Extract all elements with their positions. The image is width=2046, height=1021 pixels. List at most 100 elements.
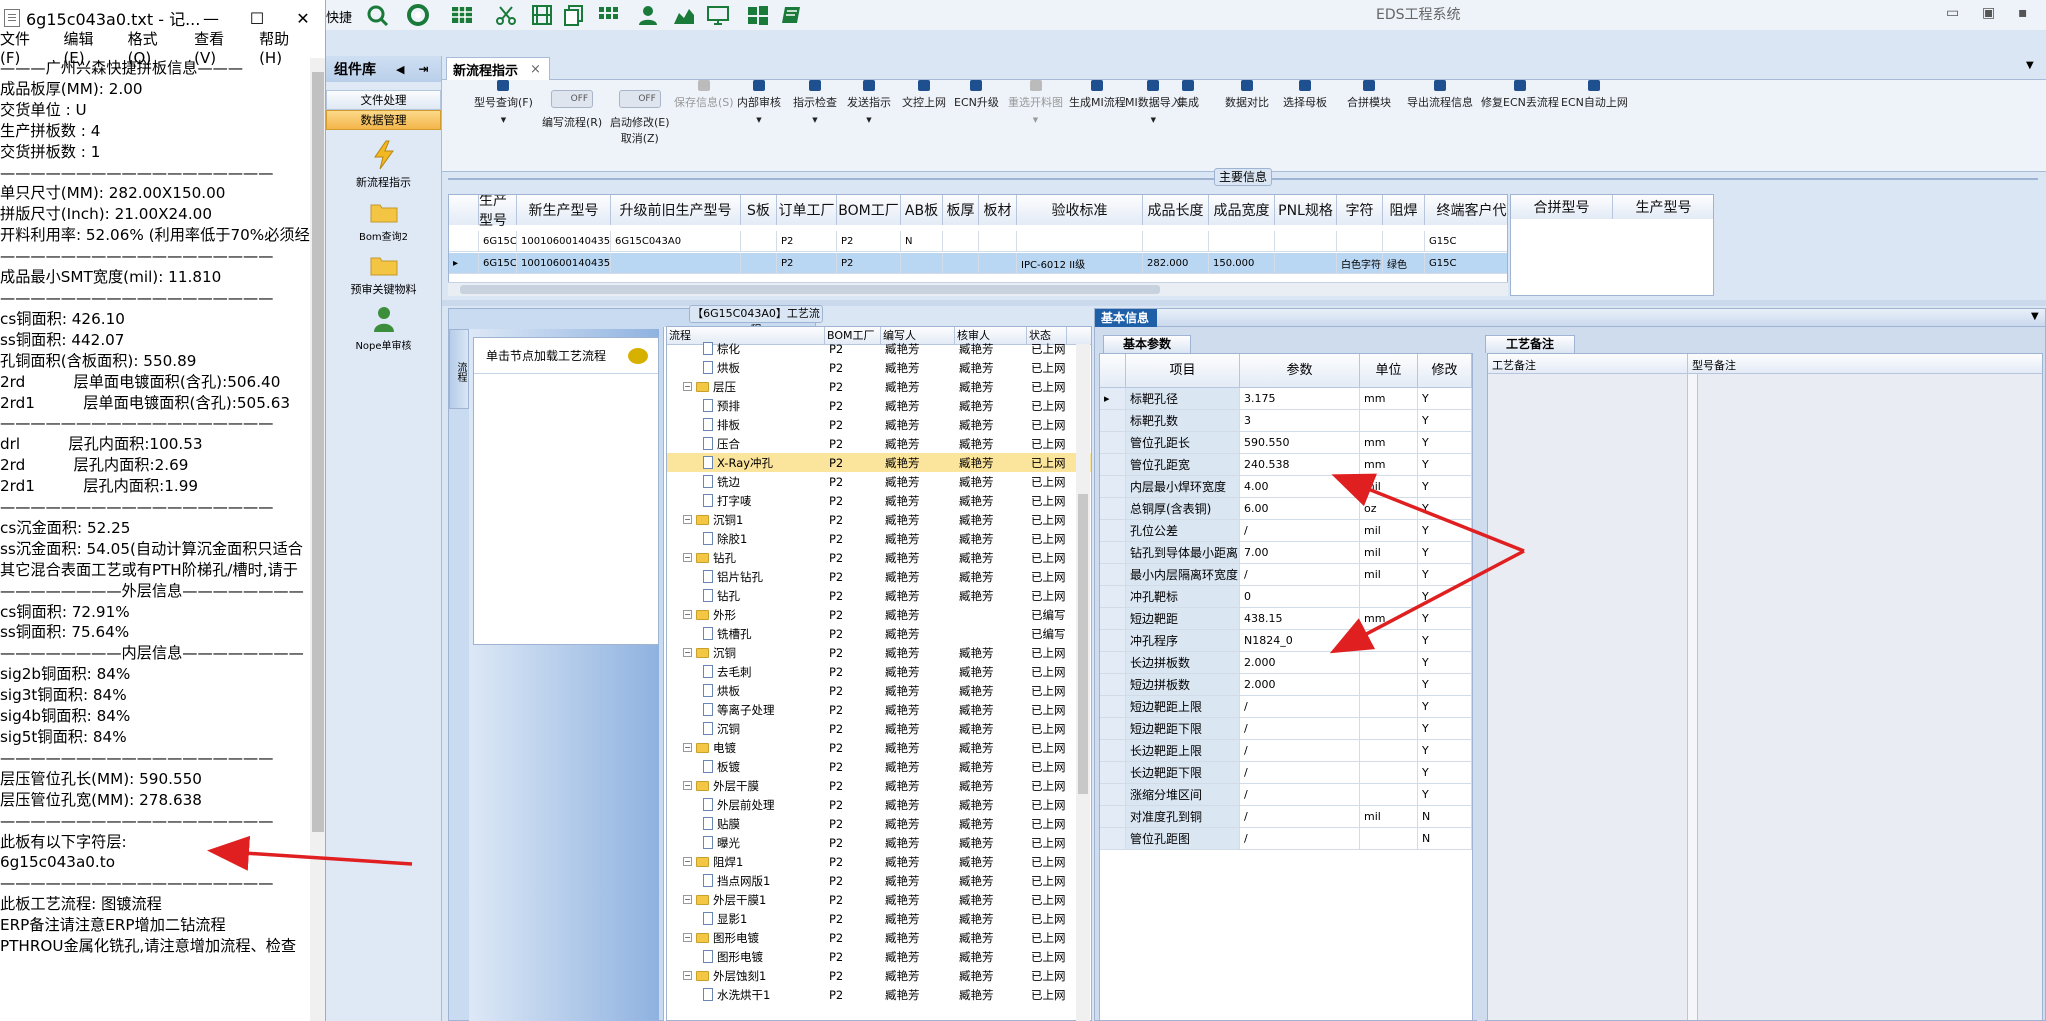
flow-node-box[interactable]: 单击节点加载工艺流程	[473, 337, 659, 645]
column-header[interactable]: 板材	[979, 195, 1017, 225]
column-header[interactable]: 订单工厂	[777, 195, 837, 225]
param-row[interactable]: 管位孔距长 590.550 mm Y	[1100, 432, 1472, 454]
tree-row[interactable]: 钻孔 P2 臧艳芳 臧艳芳 已上网	[667, 586, 1091, 605]
tree-row[interactable]: − 层压 P2 臧艳芳 臧艳芳 已上网	[667, 377, 1091, 396]
tree-row[interactable]: 除胶1 P2 臧艳芳 臧艳芳 已上网	[667, 529, 1091, 548]
param-cell[interactable]: 2.000	[1240, 652, 1360, 673]
user-icon[interactable]	[636, 4, 660, 26]
restore-button[interactable]: ▣	[1982, 5, 1995, 21]
param-column-header[interactable]: 参数	[1240, 354, 1360, 388]
param-cell[interactable]: 240.538	[1240, 454, 1360, 475]
tree-node[interactable]: − 外层干膜	[667, 778, 825, 794]
tool-button[interactable]: 重选开料图 ▼	[1008, 80, 1063, 124]
table-cell[interactable]	[943, 253, 979, 274]
collapse-toggle-icon[interactable]: −	[683, 610, 692, 619]
tool-button[interactable]: 数据对比	[1225, 80, 1269, 110]
table-cell[interactable]: 绿色	[1383, 253, 1425, 274]
param-row[interactable]: 管位孔距宽 240.538 mm Y	[1100, 454, 1472, 476]
notepad-text-area[interactable]: ———广州兴森快捷拼板信息——— 成品板厚(MM): 2.00 交货单位 : U 生产…	[0, 58, 310, 957]
sidebar-pin-icon[interactable]: ⇥	[418, 62, 428, 76]
lifebuoy-icon[interactable]	[406, 4, 430, 26]
param-cell[interactable]: /	[1240, 520, 1360, 541]
tree-node[interactable]: 棕化	[667, 341, 825, 357]
collapse-toggle-icon[interactable]: −	[683, 743, 692, 752]
column-header[interactable]: 阻焊	[1383, 195, 1425, 225]
panel-menu-icon[interactable]: ▼	[2031, 311, 2039, 322]
tree-node[interactable]: 外层前处理	[667, 797, 825, 813]
param-cell[interactable]: /	[1240, 696, 1360, 717]
table-cell[interactable]: G15C	[1425, 231, 1507, 252]
table-cell[interactable]: 282.000	[1143, 253, 1209, 274]
collapse-toggle-icon[interactable]: −	[683, 933, 692, 942]
table-cell[interactable]	[741, 253, 777, 274]
tree-node[interactable]: 挡点网版1	[667, 873, 825, 889]
grid-apps-icon[interactable]	[596, 4, 620, 26]
tree-row[interactable]: 烘板 P2 臧艳芳 臧艳芳 已上网	[667, 358, 1091, 377]
close-button[interactable]: ✕	[280, 0, 325, 36]
tool-button[interactable]: 发送指示 ▼	[847, 80, 891, 124]
param-cell[interactable]: 4.00	[1240, 476, 1360, 497]
windows-icon[interactable]	[746, 4, 770, 26]
param-row[interactable]: 短边拼板数 2.000 Y	[1100, 674, 1472, 696]
param-row[interactable]: 短边靶距 438.15 mm Y	[1100, 608, 1472, 630]
tab-basic-params[interactable]: 基本参数	[1103, 335, 1191, 353]
table-cell[interactable]	[943, 231, 979, 252]
tree-row[interactable]: 打字唛 P2 臧艳芳 臧艳芳 已上网	[667, 491, 1091, 510]
tree-row[interactable]: − 沉铜 P2 臧艳芳 臧艳芳 已上网	[667, 643, 1091, 662]
tree-node[interactable]: 除胶1	[667, 531, 825, 547]
param-row[interactable]: 对准度孔到铜 / mil N	[1100, 806, 1472, 828]
table-cell[interactable]: 6G15C043A1	[479, 231, 517, 252]
tool-button[interactable]: 文控上网	[902, 80, 946, 110]
tab-new-flow[interactable]: 新流程指示 ×	[446, 57, 550, 80]
param-cell[interactable]: 590.550	[1240, 432, 1360, 453]
param-cell[interactable]: 3	[1240, 410, 1360, 431]
sidebar-collapse-icon[interactable]: ◀	[396, 63, 404, 76]
tree-node[interactable]: − 外层干膜1	[667, 892, 825, 908]
collapse-toggle-icon[interactable]: −	[683, 895, 692, 904]
collapse-toggle-icon[interactable]: −	[683, 857, 692, 866]
param-row[interactable]: 冲孔程序 N1824_0 Y	[1100, 630, 1472, 652]
tree-node[interactable]: 烘板	[667, 360, 825, 376]
tool-button[interactable]: 保存信息(S)	[674, 80, 734, 110]
param-cell[interactable]: /	[1240, 828, 1360, 849]
flow-side-tab[interactable]: 流程	[449, 329, 469, 409]
param-cell[interactable]: 0	[1240, 586, 1360, 607]
table-cell[interactable]: 6G15C043A0	[611, 231, 741, 252]
minimize-button[interactable]: ▭	[1946, 5, 1959, 21]
param-row[interactable]: 管位孔距图 / N	[1100, 828, 1472, 850]
table-cell[interactable]	[979, 231, 1017, 252]
param-cell[interactable]: /	[1240, 806, 1360, 827]
tool-button[interactable]: OFF 编写流程(R)	[542, 90, 602, 130]
collapse-toggle-icon[interactable]: −	[683, 515, 692, 524]
column-header[interactable]: PNL规格	[1275, 195, 1337, 225]
sidebar-item-data[interactable]: 数据管理	[326, 110, 441, 130]
tree-row[interactable]: 棕化 P2 臧艳芳 臧艳芳 已上网	[667, 339, 1091, 358]
table-cell[interactable]: G15C	[1425, 253, 1507, 274]
tree-node[interactable]: 打字唛	[667, 493, 825, 509]
tool-button[interactable]: 选择母板	[1283, 80, 1327, 110]
tree-row[interactable]: 贴膜 P2 臧艳芳 臧艳芳 已上网	[667, 814, 1091, 833]
tree-row[interactable]: − 阻焊1 P2 臧艳芳 臧艳芳 已上网	[667, 852, 1091, 871]
table-cell[interactable]	[1337, 231, 1383, 252]
tab-process-notes[interactable]: 工艺备注	[1485, 335, 1575, 353]
table-cell[interactable]	[1275, 231, 1337, 252]
toggle-switch[interactable]: OFF	[551, 90, 594, 108]
sidebar-item-material[interactable]: 预审关键物料	[326, 253, 441, 297]
dropdown-arrow-icon[interactable]: ▼	[847, 116, 891, 124]
tree-row[interactable]: 压合 P2 臧艳芳 臧艳芳 已上网	[667, 434, 1091, 453]
tree-node[interactable]: 铣槽孔	[667, 626, 825, 642]
param-row[interactable]: ▸ 标靶孔径 3.175 mm Y	[1100, 388, 1472, 410]
tree-node[interactable]: 水洗烘干1	[667, 987, 825, 1003]
column-header[interactable]: S板	[741, 195, 777, 225]
param-column-header[interactable]: 修改	[1418, 354, 1472, 388]
column-header[interactable]: 成品长度	[1143, 195, 1209, 225]
column-header[interactable]: 升级前旧生产型号	[611, 195, 741, 225]
close-app-button[interactable]: ▪	[2018, 5, 2028, 21]
film-icon[interactable]	[530, 4, 554, 26]
tree-row[interactable]: 图形电镀 P2 臧艳芳 臧艳芳 已上网	[667, 947, 1091, 966]
column-header[interactable]: AB板	[901, 195, 943, 225]
tree-row[interactable]: X-Ray冲孔 P2 臧艳芳 臧艳芳 已上网	[667, 453, 1091, 472]
process-notes-field[interactable]	[1488, 374, 1688, 1020]
table-cell[interactable]: P2	[837, 253, 901, 274]
dropdown-arrow-icon[interactable]: ▼	[1008, 116, 1063, 124]
